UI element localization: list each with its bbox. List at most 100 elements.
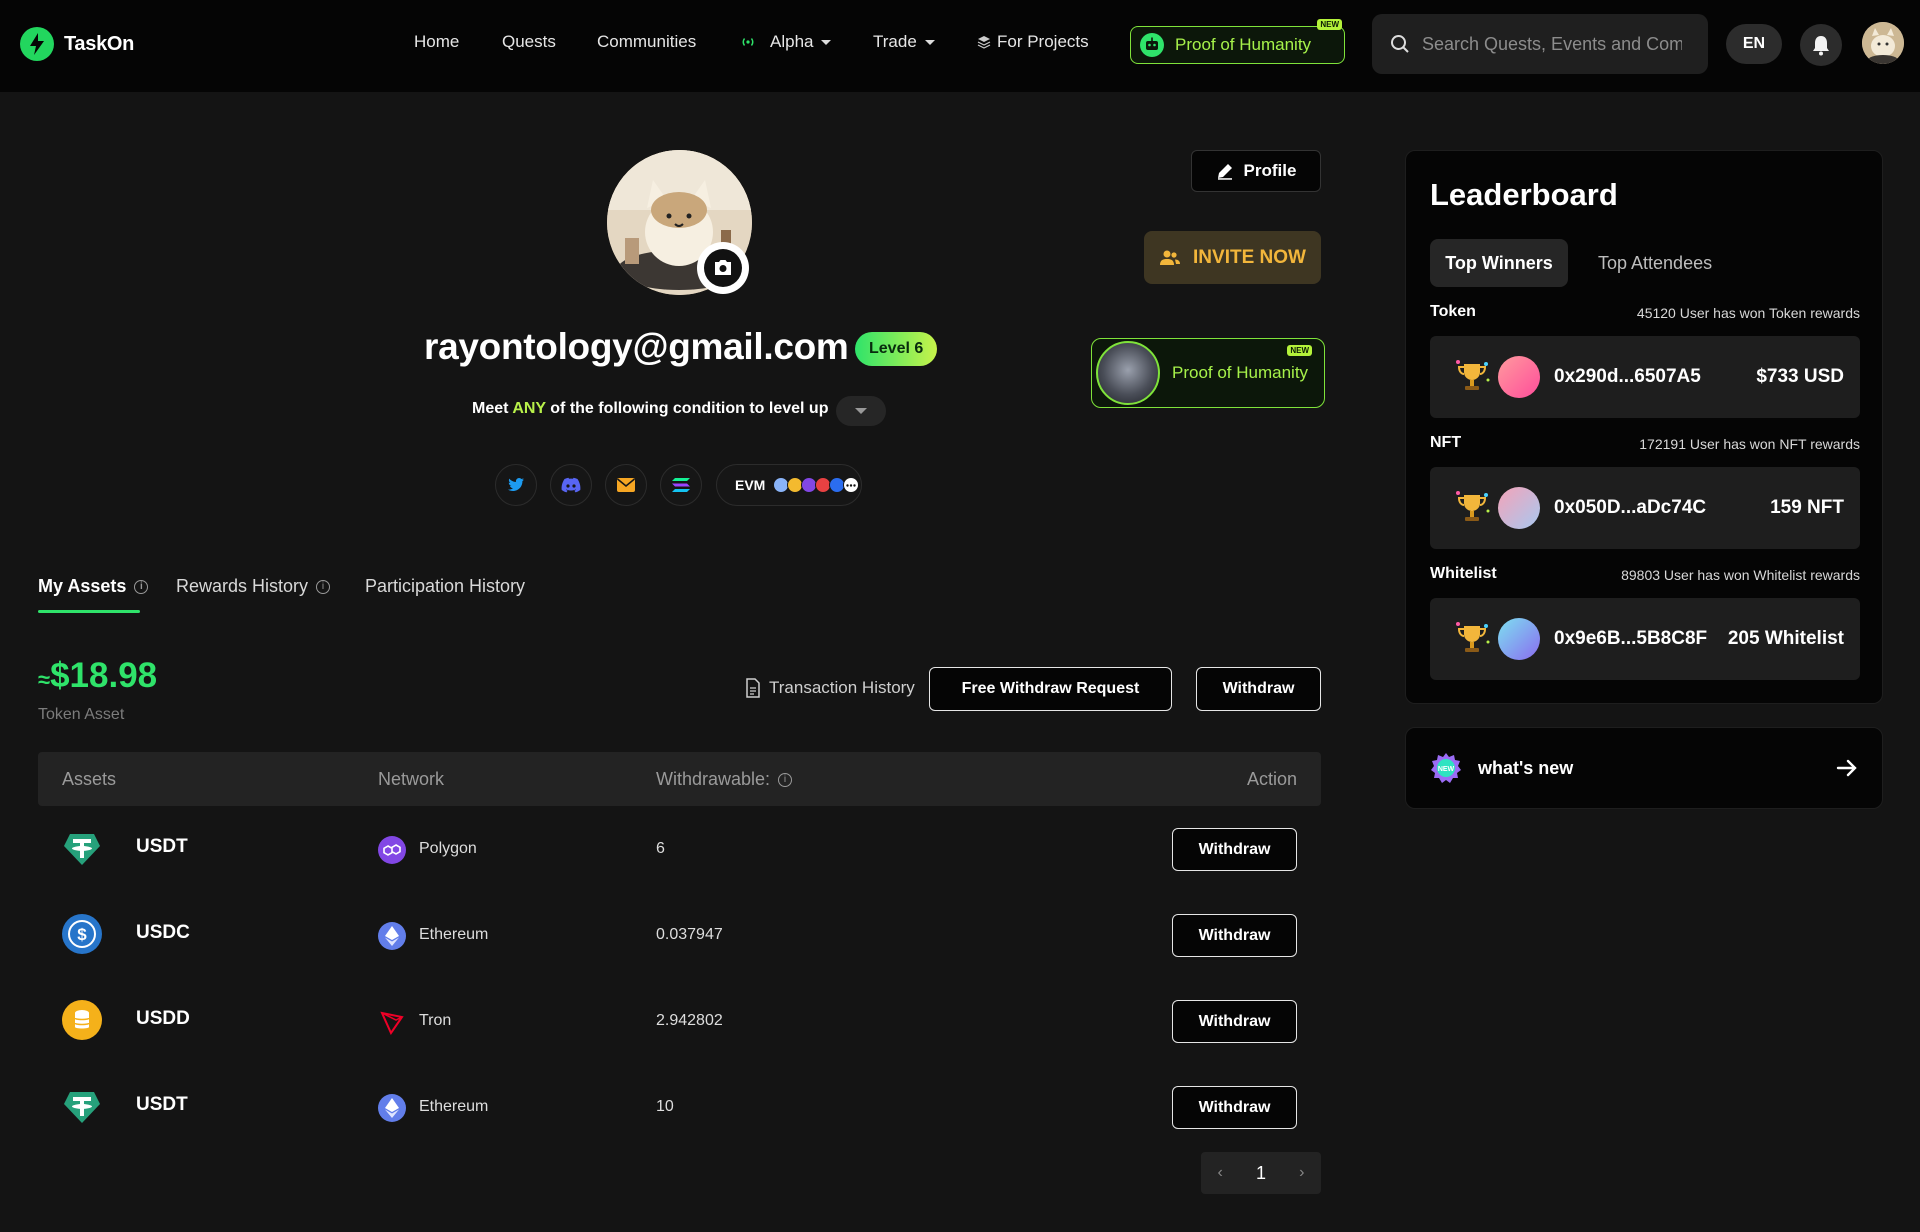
invite-now-button[interactable]: INVITE NOW — [1144, 231, 1321, 284]
proof-of-humanity-card-label: Proof of Humanity — [1172, 363, 1309, 382]
nav-for-projects[interactable]: For Projects — [977, 32, 1089, 52]
network-name: Polygon — [419, 840, 477, 857]
transaction-history-link[interactable]: Transaction History — [745, 678, 915, 698]
new-badge: NEW — [1317, 19, 1342, 30]
proof-of-humanity-label: Proof of Humanity — [1175, 35, 1312, 54]
nav-trade[interactable]: Trade — [873, 32, 935, 52]
invite-button-label: INVITE NOW — [1193, 246, 1306, 268]
withdrawable-amount: 2.942802 — [656, 1012, 723, 1029]
table-row: $ USDC Ethereum 0.037947 Withdraw — [38, 892, 1321, 978]
whats-new-card[interactable]: NEW what's new — [1405, 727, 1883, 809]
network-name: Ethereum — [419, 926, 489, 943]
section-name: Whitelist — [1430, 565, 1497, 582]
lightning-icon — [20, 27, 54, 61]
taskon-logo[interactable]: TaskOn — [20, 26, 134, 62]
leaderboard-row[interactable]: 0x050D...aDc74C 159 NFT — [1430, 467, 1860, 549]
ethereum-icon — [378, 1094, 406, 1122]
nav-for-projects-label: For Projects — [997, 32, 1089, 51]
prev-page-icon[interactable]: ‹ — [1218, 1164, 1223, 1182]
column-action: Action — [1246, 769, 1297, 789]
transaction-history-label: Transaction History — [769, 678, 915, 697]
search-icon — [1391, 35, 1409, 53]
twitter-icon[interactable] — [495, 464, 537, 506]
approx-symbol: ≈ — [38, 667, 51, 692]
search-bar[interactable] — [1372, 14, 1708, 74]
trophy-icon — [1456, 622, 1490, 652]
change-avatar-button[interactable] — [697, 242, 749, 294]
info-icon[interactable]: i — [316, 579, 331, 594]
nav-communities[interactable]: Communities — [597, 32, 696, 52]
solana-icon[interactable] — [660, 464, 702, 506]
profile-button-label: Profile — [1243, 161, 1297, 180]
tab-my-assets-label: My Assets — [38, 576, 127, 596]
search-input[interactable] — [1422, 33, 1682, 55]
ethereum-icon — [378, 922, 406, 950]
level-up-hint: Meet ANY of the following condition to l… — [472, 400, 828, 418]
chevron-down-icon — [924, 39, 935, 45]
column-network: Network — [378, 769, 445, 789]
user-avatar[interactable] — [1862, 22, 1904, 64]
nav-trade-label: Trade — [873, 32, 917, 51]
levelup-prefix: Meet — [472, 400, 509, 417]
token-asset-balance: ≈$18.98 — [38, 656, 157, 696]
tab-participation-history[interactable]: Participation History — [365, 576, 525, 597]
email-icon[interactable] — [605, 464, 647, 506]
section-count: 45120 User has won Token rewards — [1636, 305, 1860, 321]
next-page-icon[interactable]: › — [1299, 1164, 1304, 1182]
new-badge: NEW — [1287, 345, 1312, 356]
tron-icon — [378, 1008, 406, 1036]
leaderboard-section-nft: NFT 172191 User has won NFT rewards — [1430, 434, 1860, 452]
edit-profile-button[interactable]: Profile — [1191, 150, 1321, 192]
broadcast-icon — [742, 38, 754, 46]
info-icon[interactable]: i — [778, 772, 793, 787]
free-withdraw-request-button[interactable]: Free Withdraw Request — [929, 667, 1172, 711]
nav-alpha[interactable]: Alpha — [740, 32, 832, 52]
language-selector[interactable]: EN — [1726, 24, 1782, 64]
winner-prize: 159 NFT — [1770, 497, 1844, 518]
camera-icon — [704, 249, 742, 287]
leaderboard-panel: Leaderboard Top Winners Top Attendees To… — [1405, 150, 1883, 704]
leaderboard-title: Leaderboard — [1430, 177, 1618, 212]
row-withdraw-button[interactable]: Withdraw — [1172, 1000, 1297, 1043]
tab-top-attendees[interactable]: Top Attendees — [1598, 253, 1712, 274]
discord-icon[interactable] — [550, 464, 592, 506]
document-icon — [746, 678, 760, 698]
leaderboard-row[interactable]: 0x290d...6507A5 $733 USD — [1430, 336, 1860, 418]
tab-rewards-history[interactable]: Rewards History i — [176, 576, 331, 597]
brand-name: TaskOn — [64, 32, 135, 55]
proof-of-humanity-button[interactable]: Proof of Humanity NEW — [1130, 19, 1345, 64]
winner-avatar — [1498, 356, 1540, 398]
evm-label: EVM — [735, 477, 766, 493]
levelup-any: ANY — [512, 400, 546, 417]
trophy-icon — [1456, 491, 1490, 521]
column-assets: Assets — [62, 769, 117, 789]
nav-quests[interactable]: Quests — [502, 32, 556, 52]
winner-address: 0x9e6B...5B8C8F — [1554, 628, 1708, 649]
current-page[interactable]: 1 — [1256, 1163, 1266, 1184]
tab-top-winners[interactable]: Top Winners — [1430, 239, 1568, 287]
withdrawable-amount: 10 — [656, 1098, 674, 1115]
leaderboard-row[interactable]: 0x9e6B...5B8C8F 205 Whitelist — [1430, 598, 1860, 680]
row-withdraw-button[interactable]: Withdraw — [1172, 1086, 1297, 1129]
nav-home[interactable]: Home — [414, 32, 459, 52]
asset-name: USDT — [136, 1094, 188, 1115]
row-withdraw-button[interactable]: Withdraw — [1172, 828, 1297, 871]
top-navigation-bar: TaskOn Home Quests Communities Alpha Tra… — [0, 0, 1920, 92]
section-name: Token — [1430, 303, 1476, 320]
tab-my-assets[interactable]: My Assets i — [38, 576, 149, 597]
balance-value: $18.98 — [50, 656, 158, 695]
asset-name: USDC — [136, 922, 190, 943]
users-icon — [1160, 250, 1181, 265]
proof-of-humanity-card[interactable]: Proof of Humanity NEW — [1091, 338, 1325, 408]
withdraw-button[interactable]: Withdraw — [1196, 667, 1321, 711]
row-withdraw-button[interactable]: Withdraw — [1172, 914, 1297, 957]
usdt-icon — [62, 828, 102, 868]
arrow-right-icon — [1836, 759, 1857, 777]
level-conditions-toggle[interactable] — [836, 396, 886, 426]
column-withdrawable-label: Withdrawable: — [656, 769, 771, 789]
notification-bell-icon[interactable] — [1800, 24, 1842, 66]
evm-wallets[interactable]: EVM — [716, 464, 862, 506]
usdt-icon — [62, 1086, 102, 1126]
info-icon[interactable]: i — [134, 579, 149, 594]
active-tab-indicator — [38, 610, 140, 613]
